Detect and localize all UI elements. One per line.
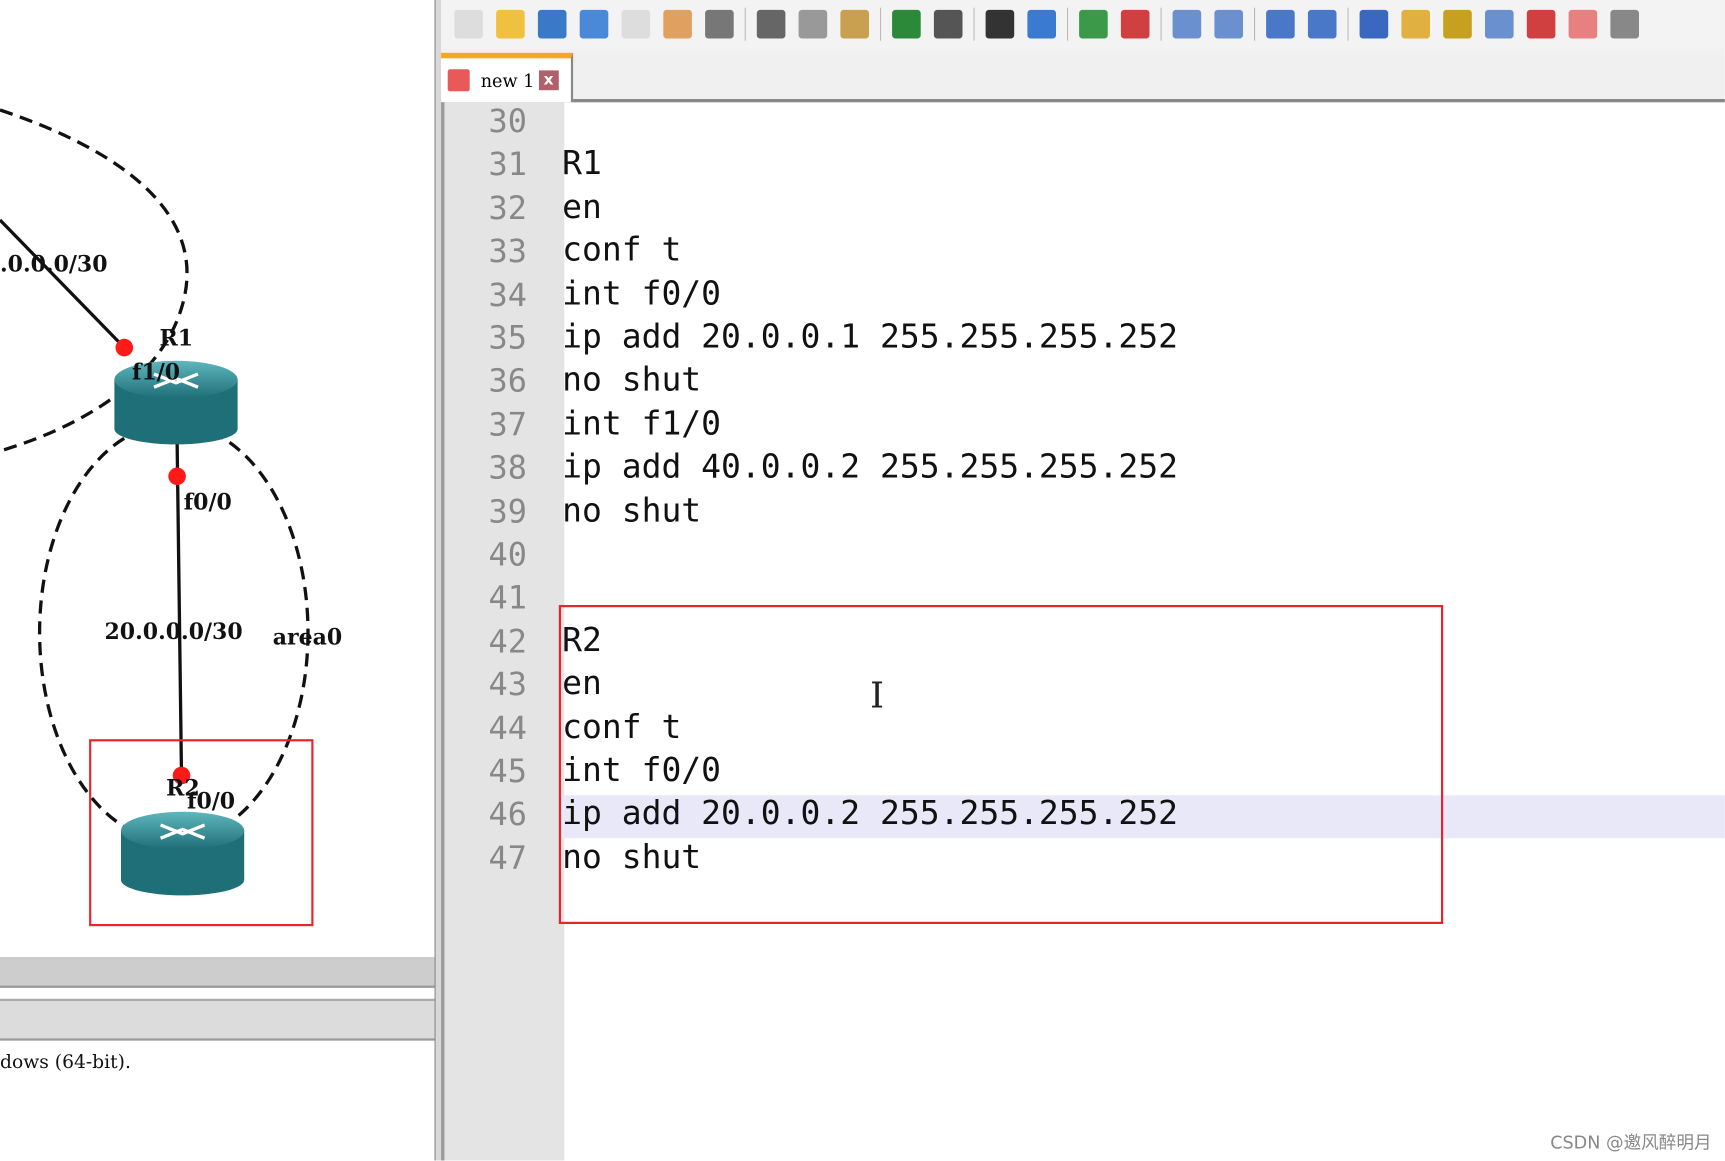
line-number: 33	[488, 232, 527, 270]
line-number: 44	[488, 709, 527, 747]
find-icon[interactable]	[985, 9, 1015, 39]
line-number: 47	[488, 839, 527, 877]
notepad-window: new 1 x 30 31 R1 32 en 33 conf t 34 int f0/0 35 ip…	[441, 0, 1725, 1161]
close-icon[interactable]	[621, 9, 651, 39]
line-number: 31	[488, 145, 527, 184]
show-all-characters-icon[interactable]	[1307, 9, 1337, 39]
toolbar-separator	[1347, 7, 1349, 41]
line-number: 36	[488, 362, 527, 400]
router-label: R1	[159, 324, 194, 351]
tab-bar: new 1 x	[441, 48, 1725, 103]
toolbar-separator	[1254, 7, 1256, 41]
indent-guide-icon[interactable]	[1359, 9, 1389, 39]
network-label: 20.0.0.0/30	[104, 618, 243, 645]
zoom-out-icon[interactable]	[1120, 9, 1150, 39]
line-number: 39	[488, 492, 527, 530]
cut-icon[interactable]	[756, 9, 786, 39]
line-number: 37	[488, 405, 527, 444]
save-all-icon[interactable]	[579, 9, 609, 39]
screen: .0.0.0/30 R1 f1/0 f0/0 20.0.0.0/30 area0…	[0, 0, 1725, 1161]
unsaved-icon	[447, 69, 470, 92]
word-wrap-icon[interactable]	[1266, 9, 1295, 39]
toolbar	[441, 0, 1725, 49]
line-number: 35	[488, 319, 527, 357]
sync-vertical-icon[interactable]	[1172, 9, 1202, 39]
line-number: 41	[488, 579, 527, 617]
toolbar-separator	[973, 7, 975, 41]
code-line[interactable]: int f0/0	[562, 275, 721, 314]
code-line[interactable]: en	[562, 188, 602, 227]
user-language-icon[interactable]	[1401, 9, 1430, 39]
area-label: area0	[272, 623, 343, 651]
folder-workspace-icon[interactable]	[1526, 9, 1556, 39]
tab-label: new 1	[480, 69, 535, 91]
new-file-icon[interactable]	[454, 9, 483, 39]
toolbar-separator	[744, 7, 746, 41]
close-all-icon[interactable]	[663, 9, 692, 39]
code-line[interactable]: conf t	[562, 231, 681, 270]
line-number: 45	[488, 752, 527, 790]
text-cursor-icon: I	[870, 674, 885, 717]
code-line[interactable]: no shut	[562, 361, 701, 400]
link-dot	[168, 467, 186, 486]
horizontal-scrollbar[interactable]	[0, 957, 435, 988]
sync-horizontal-icon[interactable]	[1214, 9, 1243, 39]
highlight-box	[558, 605, 1444, 924]
document-map-icon[interactable]	[1443, 9, 1472, 39]
watermark: CSDN @邀风醉明月	[1550, 1131, 1712, 1153]
save-icon[interactable]	[537, 9, 567, 39]
redo-icon[interactable]	[933, 9, 963, 39]
open-file-icon[interactable]	[496, 9, 525, 39]
code-line[interactable]: ip add 40.0.0.2 255.255.255.252	[562, 448, 1178, 487]
text-editor[interactable]: 30 31 R1 32 en 33 conf t 34 int f0/0 35 ip add 20.…	[441, 102, 1725, 1161]
network-label: .0.0.0/30	[0, 250, 108, 278]
close-tab-icon[interactable]: x	[538, 70, 559, 91]
tab-new-1[interactable]: new 1 x	[441, 52, 574, 103]
code-line[interactable]: ip add 20.0.0.1 255.255.255.252	[562, 318, 1178, 357]
replace-icon[interactable]	[1027, 9, 1056, 39]
line-number: 34	[488, 275, 527, 314]
line-number: 42	[488, 622, 527, 660]
toolbar-separator	[1067, 7, 1069, 41]
interface-label: f1/0	[132, 358, 181, 385]
macro-record-icon[interactable]	[1610, 9, 1639, 39]
line-number: 30	[488, 102, 527, 140]
zoom-in-icon[interactable]	[1079, 9, 1108, 39]
link-dot	[115, 338, 134, 357]
console-header	[0, 998, 435, 1041]
code-line[interactable]: R1	[562, 145, 602, 184]
line-number: 40	[488, 535, 527, 574]
line-number: 38	[488, 449, 527, 487]
console-output: dows (64-bit).	[0, 1051, 131, 1074]
topology-canvas[interactable]: .0.0.0/30 R1 f1/0 f0/0 20.0.0.0/30 area0…	[0, 0, 435, 1161]
line-number: 43	[488, 665, 527, 704]
toolbar-separator	[1160, 7, 1162, 41]
interface-label: f0/0	[183, 488, 232, 515]
code-line[interactable]: no shut	[562, 491, 701, 529]
code-line[interactable]: int f1/0	[562, 405, 721, 444]
link-r1-upstream	[0, 218, 126, 349]
copy-icon[interactable]	[798, 9, 828, 39]
paste-icon[interactable]	[840, 9, 869, 39]
undo-icon[interactable]	[892, 9, 921, 39]
function-list-icon[interactable]	[1485, 9, 1514, 39]
toolbar-separator	[880, 7, 882, 41]
line-number: 32	[488, 188, 527, 227]
link-r1-r2	[175, 439, 184, 776]
highlight-box	[89, 739, 314, 927]
print-icon[interactable]	[705, 9, 734, 39]
monitoring-icon[interactable]	[1568, 9, 1598, 39]
line-number: 46	[488, 795, 527, 834]
